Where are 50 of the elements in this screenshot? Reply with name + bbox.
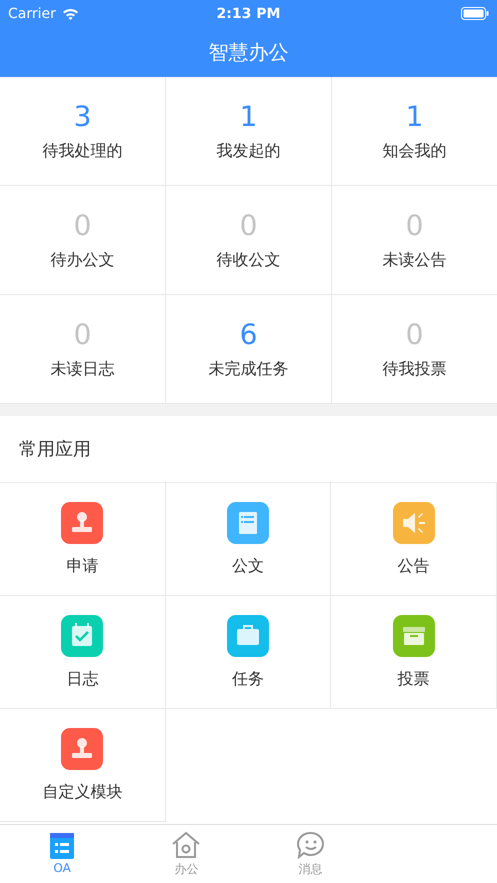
status-time: 2:13 PM — [216, 6, 280, 22]
app-tile[interactable]: 自定义模块 — [0, 709, 166, 822]
stat-label: 待我处理的 — [42, 141, 122, 162]
stat-tile[interactable]: 0 未读日志 — [0, 295, 165, 403]
battery-icon — [461, 7, 489, 20]
stat-count: 1 — [240, 100, 258, 133]
stat-label: 待办公文 — [50, 250, 114, 271]
chat-icon — [296, 830, 325, 858]
stat-tile[interactable]: 0 待收公文 — [166, 186, 331, 294]
stat-tile[interactable]: 0 待办公文 — [0, 186, 165, 294]
stat-count: 0 — [240, 209, 258, 242]
stat-label: 未完成任务 — [208, 359, 288, 380]
app-tile[interactable]: 日志 — [0, 596, 166, 709]
stat-count: 0 — [74, 209, 92, 242]
stat-tile[interactable]: 1 我发起的 — [166, 77, 331, 185]
stat-count: 1 — [406, 100, 424, 133]
page-title: 智慧办公 — [208, 38, 288, 66]
app-label: 公告 — [398, 556, 430, 576]
app-label: 日志 — [66, 668, 98, 690]
list-icon — [50, 833, 74, 859]
app-tile[interactable]: 投票 — [331, 596, 497, 709]
app-label: 申请 — [66, 556, 98, 576]
app-tile[interactable]: 公告 — [331, 483, 497, 596]
app-label: 任务 — [232, 668, 264, 690]
app-tile[interactable]: 任务 — [166, 596, 332, 709]
stat-count: 0 — [406, 209, 424, 242]
app-tile[interactable]: 申请 — [0, 483, 166, 596]
app-label: 自定义模块 — [42, 782, 122, 802]
home-icon — [171, 830, 202, 858]
stat-tile[interactable]: 1 知会我的 — [332, 77, 497, 185]
app-tile[interactable]: 公文 — [166, 483, 332, 596]
stat-tile[interactable]: 0 待我投票 — [332, 295, 497, 403]
carrier-label: Carrier — [8, 6, 56, 22]
stat-label: 知会我的 — [382, 141, 446, 162]
stat-tile[interactable]: 0 未读公告 — [332, 186, 497, 294]
app-label: 公文 — [232, 556, 264, 576]
stat-label: 未读日志 — [50, 359, 114, 380]
stat-count: 3 — [74, 100, 92, 133]
app-label: 投票 — [398, 668, 430, 690]
stat-count: 0 — [406, 318, 424, 351]
stat-tile[interactable]: 6 未完成任务 — [166, 295, 331, 403]
section-title: 常用应用 — [19, 438, 91, 461]
stat-label: 我发起的 — [216, 141, 280, 162]
stat-label: 待收公文 — [216, 250, 280, 271]
stat-tile[interactable]: 3 待我处理的 — [0, 77, 165, 185]
stat-count: 6 — [240, 318, 258, 351]
wifi-icon — [62, 8, 79, 20]
stat-label: 未读公告 — [382, 250, 446, 271]
stat-count: 0 — [74, 318, 92, 351]
stat-label: 待我投票 — [382, 359, 446, 380]
